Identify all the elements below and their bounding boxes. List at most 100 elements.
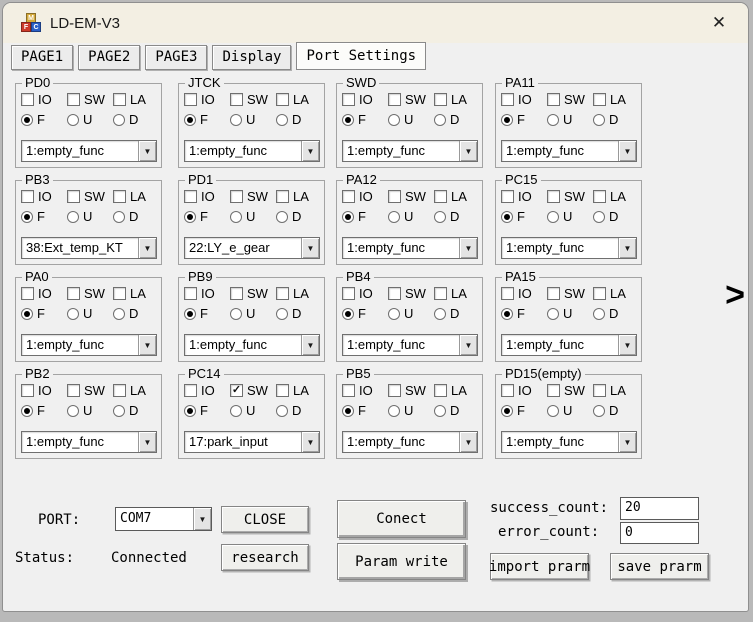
radio-u[interactable]: U	[230, 112, 276, 127]
param-write-button[interactable]: Param write	[337, 543, 466, 580]
checkbox-box[interactable]: ✓	[276, 287, 289, 300]
checkbox-box[interactable]: ✓	[501, 287, 514, 300]
radio-circle[interactable]	[388, 308, 400, 320]
radio-circle[interactable]	[434, 405, 446, 417]
radio-f[interactable]: F	[21, 209, 67, 224]
function-dropdown-arrow-icon[interactable]: ▼	[301, 141, 319, 161]
checkbox-sw[interactable]: ✓ SW	[67, 286, 113, 301]
radio-circle[interactable]	[184, 211, 196, 223]
radio-f[interactable]: F	[21, 403, 67, 418]
tab-page1[interactable]: PAGE1	[11, 45, 73, 70]
function-dropdown-arrow-icon[interactable]: ▼	[618, 238, 636, 258]
checkbox-box[interactable]: ✓	[276, 384, 289, 397]
checkbox-io[interactable]: ✓ IO	[184, 189, 230, 204]
radio-u[interactable]: U	[67, 403, 113, 418]
radio-d[interactable]: D	[276, 112, 322, 127]
checkbox-io[interactable]: ✓ IO	[184, 383, 230, 398]
radio-d[interactable]: D	[434, 209, 480, 224]
radio-f[interactable]: F	[501, 403, 547, 418]
checkbox-box[interactable]: ✓	[388, 384, 401, 397]
radio-circle[interactable]	[67, 405, 79, 417]
radio-f[interactable]: F	[184, 403, 230, 418]
radio-f[interactable]: F	[21, 306, 67, 321]
checkbox-box[interactable]: ✓	[342, 384, 355, 397]
checkbox-box[interactable]: ✓	[230, 287, 243, 300]
radio-circle[interactable]	[113, 114, 125, 126]
close-port-button[interactable]: CLOSE	[221, 506, 309, 533]
radio-f[interactable]: F	[342, 209, 388, 224]
radio-d[interactable]: D	[593, 209, 639, 224]
checkbox-box[interactable]: ✓	[388, 93, 401, 106]
checkbox-io[interactable]: ✓ IO	[184, 286, 230, 301]
checkbox-io[interactable]: ✓ IO	[184, 92, 230, 107]
radio-f[interactable]: F	[342, 403, 388, 418]
function-select[interactable]: 1:empty_func ▼	[501, 334, 637, 356]
function-select[interactable]: 22:LY_e_gear ▼	[184, 237, 320, 259]
checkbox-box[interactable]: ✓	[547, 190, 560, 203]
radio-d[interactable]: D	[113, 306, 159, 321]
success-count-field[interactable]: 20	[620, 497, 699, 520]
function-dropdown-arrow-icon[interactable]: ▼	[301, 335, 319, 355]
function-dropdown-arrow-icon[interactable]: ▼	[138, 141, 156, 161]
radio-circle[interactable]	[547, 211, 559, 223]
function-select[interactable]: 1:empty_func ▼	[501, 237, 637, 259]
checkbox-box[interactable]: ✓	[593, 287, 606, 300]
checkbox-box[interactable]: ✓	[593, 190, 606, 203]
radio-f[interactable]: F	[184, 306, 230, 321]
checkbox-io[interactable]: ✓ IO	[342, 189, 388, 204]
radio-circle[interactable]	[388, 211, 400, 223]
checkbox-sw[interactable]: ✓ SW	[67, 92, 113, 107]
tab-port-settings[interactable]: Port Settings	[296, 42, 426, 70]
radio-d[interactable]: D	[276, 403, 322, 418]
radio-d[interactable]: D	[434, 403, 480, 418]
checkbox-sw[interactable]: ✓ SW	[388, 92, 434, 107]
checkbox-io[interactable]: ✓ IO	[21, 383, 67, 398]
radio-circle[interactable]	[230, 211, 242, 223]
checkbox-io[interactable]: ✓ IO	[21, 92, 67, 107]
radio-circle[interactable]	[342, 114, 354, 126]
checkbox-box[interactable]: ✓	[113, 287, 126, 300]
radio-u[interactable]: U	[547, 306, 593, 321]
checkbox-sw[interactable]: ✓ SW	[67, 189, 113, 204]
radio-d[interactable]: D	[113, 403, 159, 418]
radio-circle[interactable]	[276, 211, 288, 223]
radio-f[interactable]: F	[342, 112, 388, 127]
radio-circle[interactable]	[501, 405, 513, 417]
radio-circle[interactable]	[593, 114, 605, 126]
radio-circle[interactable]	[593, 211, 605, 223]
checkbox-la[interactable]: ✓ LA	[434, 383, 480, 398]
function-select[interactable]: 1:empty_func ▼	[21, 431, 157, 453]
radio-circle[interactable]	[67, 308, 79, 320]
checkbox-la[interactable]: ✓ LA	[593, 189, 639, 204]
checkbox-io[interactable]: ✓ IO	[501, 189, 547, 204]
checkbox-box[interactable]: ✓	[388, 190, 401, 203]
radio-f[interactable]: F	[184, 209, 230, 224]
radio-circle[interactable]	[67, 114, 79, 126]
radio-circle[interactable]	[388, 114, 400, 126]
radio-circle[interactable]	[434, 114, 446, 126]
checkbox-box[interactable]: ✓	[342, 287, 355, 300]
com-port-select[interactable]: COM7 ▼	[115, 507, 212, 531]
checkbox-sw[interactable]: ✓ SW	[547, 286, 593, 301]
radio-circle[interactable]	[276, 308, 288, 320]
checkbox-io[interactable]: ✓ IO	[21, 189, 67, 204]
checkbox-io[interactable]: ✓ IO	[342, 92, 388, 107]
function-dropdown-arrow-icon[interactable]: ▼	[618, 141, 636, 161]
checkbox-la[interactable]: ✓ LA	[113, 189, 159, 204]
checkbox-box[interactable]: ✓	[184, 287, 197, 300]
checkbox-sw[interactable]: ✓ SW	[547, 189, 593, 204]
checkbox-box[interactable]: ✓	[342, 93, 355, 106]
checkbox-la[interactable]: ✓ LA	[113, 286, 159, 301]
radio-circle[interactable]	[342, 405, 354, 417]
radio-d[interactable]: D	[113, 209, 159, 224]
radio-u[interactable]: U	[547, 209, 593, 224]
error-count-field[interactable]: 0	[620, 522, 699, 544]
checkbox-sw[interactable]: ✓ SW	[230, 92, 276, 107]
checkbox-la[interactable]: ✓ LA	[593, 286, 639, 301]
radio-d[interactable]: D	[593, 306, 639, 321]
function-select[interactable]: 1:empty_func ▼	[184, 334, 320, 356]
function-dropdown-arrow-icon[interactable]: ▼	[138, 335, 156, 355]
checkbox-box[interactable]: ✓	[276, 190, 289, 203]
radio-circle[interactable]	[342, 211, 354, 223]
checkbox-io[interactable]: ✓ IO	[21, 286, 67, 301]
